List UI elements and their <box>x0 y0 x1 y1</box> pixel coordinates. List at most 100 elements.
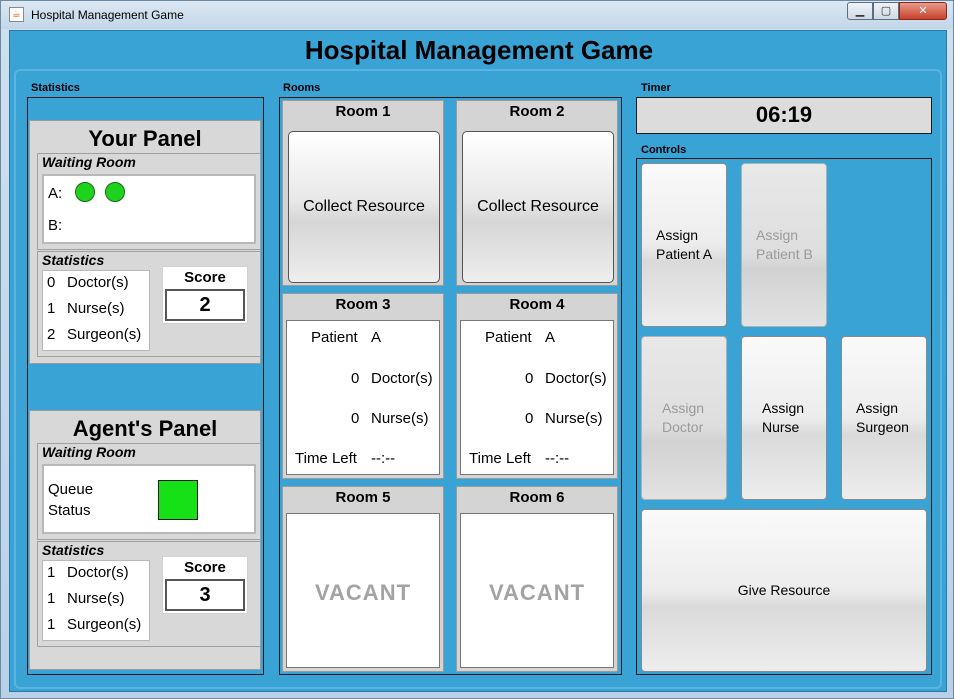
client-area: Hospital Management Game Statistics Your… <box>9 30 947 692</box>
title-bar[interactable]: ☕ Hospital Management Game ▁ ▢ ✕ <box>1 1 953 29</box>
room-header: Room 5 <box>335 489 391 506</box>
button-label-line: Assign <box>762 400 805 416</box>
nurses-label: Nurse(s) <box>371 410 429 427</box>
agent-panel-title: Agent's Panel <box>72 416 218 441</box>
room-3: Room 3 Patient A 0 Doctor(s) 0 Nurse(s) … <box>282 293 444 479</box>
rooms-section: Room 1 Collect Resource Room 2 Collect R… <box>279 97 622 675</box>
nurses-label: Nurse(s) <box>545 410 603 427</box>
agent-waiting-room-group: Waiting Room Queue Status <box>37 443 261 540</box>
your-statistics-group: Statistics 0 Doctor(s) 1 Nurse(s) 2 Surg… <box>37 251 261 357</box>
patient-label: Patient <box>485 329 532 346</box>
assign-patient-b-button[interactable]: Assign Patient B <box>741 163 827 327</box>
score-label: Score <box>184 269 226 286</box>
java-cup-icon: ☕ <box>9 7 24 22</box>
your-waiting-room-box: A: B: <box>42 174 256 244</box>
time-left-value: --:-- <box>545 450 570 467</box>
agent-score-box: Score 3 <box>162 556 248 614</box>
doctors-label: Doctor(s) <box>545 370 607 387</box>
your-score-box: Score 2 <box>162 266 248 324</box>
queue-b-label: B: <box>48 217 63 234</box>
controls-section: Assign Patient A Assign Patient B Assign Do… <box>636 158 932 675</box>
room-header: Room 4 <box>509 296 565 313</box>
agent-panel: Agent's Panel Waiting Room Queue Status … <box>29 410 261 670</box>
agent-score-value: 3 <box>165 579 245 611</box>
room-body: Patient A 0 Doctor(s) 0 Nurse(s) Time Le… <box>460 320 614 475</box>
agent-waiting-room-box: Queue Status <box>42 464 256 534</box>
button-label-line: Assign <box>756 227 799 243</box>
queue-status-label: Queue <box>48 481 94 498</box>
stat-label: Doctor(s) <box>67 274 129 291</box>
agent-waiting-room-label: Waiting Room <box>42 444 136 460</box>
controls-section-label: Controls <box>641 144 687 156</box>
doctors-count: 0 <box>351 370 360 387</box>
time-left-value: --:-- <box>371 450 396 467</box>
room-body: Patient A 0 Doctor(s) 0 Nurse(s) Time Le… <box>286 320 440 475</box>
stat-count: 1 <box>47 590 56 607</box>
queue-status-indicator <box>158 480 198 520</box>
room-body: VACANT <box>460 513 614 668</box>
room-4: Room 4 Patient A 0 Doctor(s) 0 Nurse(s) … <box>456 293 618 479</box>
your-waiting-room-label: Waiting Room <box>42 154 136 170</box>
button-label-line: Patient A <box>656 246 713 262</box>
button-label-line: Surgeon <box>856 419 909 435</box>
button-label-line: Assign <box>662 400 705 416</box>
patient-value: A <box>371 329 382 346</box>
button-label-line: Nurse <box>762 419 800 435</box>
your-statistics-label: Statistics <box>42 252 105 268</box>
stat-label: Doctor(s) <box>67 564 129 581</box>
doctors-label: Doctor(s) <box>371 370 433 387</box>
room-header: Room 3 <box>335 296 391 313</box>
give-resource-button[interactable]: Give Resource <box>641 509 927 672</box>
time-left-label: Time Left <box>469 450 531 467</box>
room-5: Room 5 VACANT <box>282 486 444 672</box>
nurses-count: 0 <box>351 410 360 427</box>
stat-count: 1 <box>47 616 56 633</box>
stat-count: 0 <box>47 274 56 291</box>
your-panel-title: Your Panel <box>88 126 202 151</box>
timer-section-label: Timer <box>641 82 671 94</box>
your-waiting-room-group: Waiting Room A: B: <box>37 153 261 250</box>
agent-statistics-label: Statistics <box>42 542 105 558</box>
queue-a-label: A: <box>48 185 63 202</box>
stat-count: 1 <box>47 300 56 317</box>
collect-resource-button[interactable]: Collect Resource <box>462 131 614 283</box>
patient-a-dot <box>105 182 125 202</box>
stat-label: Nurse(s) <box>67 300 125 317</box>
stat-count: 2 <box>47 326 56 343</box>
button-label-line: Doctor <box>662 419 704 435</box>
time-left-label: Time Left <box>295 450 357 467</box>
room-header: Room 2 <box>509 103 565 120</box>
rooms-section-label: Rooms <box>283 82 321 94</box>
collect-resource-button[interactable]: Collect Resource <box>288 131 440 283</box>
assign-doctor-button[interactable]: Assign Doctor <box>641 336 727 500</box>
your-score-value: 2 <box>165 289 245 321</box>
maximize-button[interactable]: ▢ <box>873 2 899 20</box>
room-header: Room 1 <box>335 103 391 120</box>
room-6: Room 6 VACANT <box>456 486 618 672</box>
vacant-status: VACANT <box>314 580 412 605</box>
assign-nurse-button[interactable]: Assign Nurse <box>741 336 827 500</box>
button-label-line: Patient B <box>756 246 813 262</box>
minimize-button[interactable]: ▁ <box>847 2 873 20</box>
page-title: Hospital Management Game <box>304 35 654 65</box>
stat-label: Nurse(s) <box>67 590 125 607</box>
patient-value: A <box>545 329 556 346</box>
your-stats-list: 0 Doctor(s) 1 Nurse(s) 2 Surgeon(s) <box>42 270 150 351</box>
button-label-line: Assign <box>856 400 899 416</box>
agent-stats-list: 1 Doctor(s) 1 Nurse(s) 1 Surgeon(s) <box>42 560 150 641</box>
vacant-status: VACANT <box>488 580 586 605</box>
score-label: Score <box>184 559 226 576</box>
room-1: Room 1 Collect Resource <box>282 100 444 286</box>
assign-patient-a-button[interactable]: Assign Patient A <box>641 163 727 327</box>
your-panel: Your Panel Waiting Room A: B: Statistics… <box>29 120 261 364</box>
patient-a-dot <box>75 182 95 202</box>
window-title: Hospital Management Game <box>31 8 184 22</box>
statistics-section: Your Panel Waiting Room A: B: Statistics… <box>27 97 264 675</box>
queue-status-label: Status <box>48 502 91 519</box>
assign-surgeon-button[interactable]: Assign Surgeon <box>841 336 927 500</box>
patient-label: Patient <box>311 329 358 346</box>
stat-label: Surgeon(s) <box>67 616 142 633</box>
agent-statistics-group: Statistics 1 Doctor(s) 1 Nurse(s) 1 Surg… <box>37 541 261 647</box>
close-button[interactable]: ✕ <box>899 2 947 20</box>
app-window: ☕ Hospital Management Game ▁ ▢ ✕ Hospita… <box>0 0 954 699</box>
